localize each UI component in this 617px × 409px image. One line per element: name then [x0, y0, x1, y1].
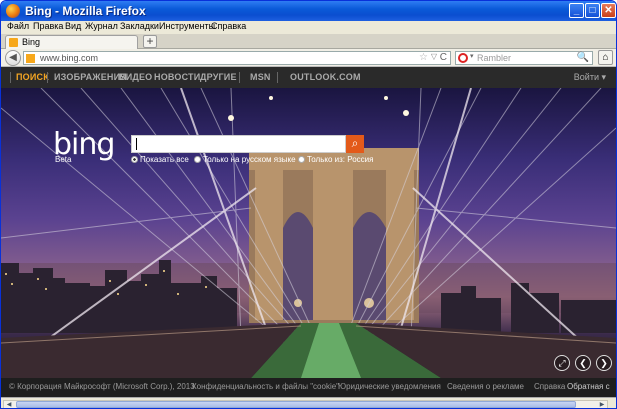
tab-bing[interactable]: Bing — [5, 35, 138, 49]
login-link[interactable]: Войти ▾ — [574, 72, 606, 83]
nav-news[interactable]: НОВОСТИ — [154, 72, 200, 82]
nav-outlook[interactable]: OUTLOOK.COM — [290, 72, 361, 82]
next-image-icon[interactable]: ❯ — [596, 355, 612, 371]
radio-label: Показать все — [140, 155, 189, 164]
radio-russian-only[interactable]: Только на русском языке — [194, 155, 296, 164]
menu-view[interactable]: Вид — [65, 21, 81, 31]
engine-dropdown-icon[interactable]: ▾ — [470, 52, 474, 60]
help-link[interactable]: Справка — [534, 382, 565, 391]
url-text: www.bing.com — [40, 53, 99, 63]
menu-bookmarks[interactable]: Закладки — [120, 21, 159, 31]
radio-label: Только на русском языке — [203, 155, 296, 164]
menu-edit[interactable]: Правка — [33, 21, 63, 31]
firefox-window: Bing - Mozilla Firefox _ □ ✕ Файл Правка… — [0, 0, 617, 409]
nav-images[interactable]: ИЗОБРАЖЕНИЯ — [54, 72, 127, 82]
scroll-thumb[interactable] — [16, 401, 576, 408]
firefox-logo-icon — [6, 4, 20, 18]
scroll-right-icon[interactable]: ▶ — [597, 401, 607, 408]
close-button[interactable]: ✕ — [601, 3, 616, 18]
scroll-left-icon[interactable]: ◀ — [4, 401, 14, 408]
beta-label: Beta — [55, 155, 72, 164]
radio-show-all[interactable]: Показать все — [131, 155, 189, 164]
site-identity-icon — [26, 54, 35, 63]
privacy-link[interactable]: Конфиденциальность и файлы "cookie" — [192, 382, 339, 391]
search-placeholder: Rambler — [477, 53, 512, 63]
page-footer: © Корпорация Майкрософт (Microsoft Corp.… — [1, 378, 616, 397]
previous-image-icon[interactable]: ❮ — [575, 355, 591, 371]
home-button[interactable]: ⌂ — [598, 50, 613, 65]
nav-msn[interactable]: MSN — [250, 72, 271, 82]
back-button[interactable]: ◀ — [5, 50, 21, 66]
hero-background-image: bing Beta ⌕ Показать все Только на русск… — [1, 88, 616, 378]
nav-divider — [277, 72, 278, 83]
nav-divider — [239, 72, 240, 83]
menu-tools[interactable]: Инструменты — [159, 21, 215, 31]
maximize-button[interactable]: □ — [585, 3, 600, 18]
legal-link[interactable]: Юридические уведомления — [338, 382, 441, 391]
url-bar[interactable]: www.bing.com ☆ ▽ C — [23, 51, 451, 65]
radio-russia-only[interactable]: Только из: Россия — [298, 155, 373, 164]
rambler-engine-icon[interactable] — [458, 53, 468, 63]
expand-icon[interactable]: ⤢ — [554, 355, 570, 371]
nav-search[interactable]: ПОИСК — [16, 72, 49, 82]
menu-history[interactable]: Журнал — [85, 21, 118, 31]
text-caret — [136, 138, 137, 150]
feedback-link[interactable]: Обратная с — [567, 382, 610, 391]
browser-search-field[interactable]: ▾ Rambler 🔍 — [455, 51, 593, 65]
new-tab-button[interactable]: + — [143, 35, 157, 48]
nav-video[interactable]: ВИДЕО — [119, 72, 152, 82]
navigation-bar: ◀ www.bing.com ☆ ▽ C ▾ Rambler 🔍 ⌂ — [1, 49, 616, 67]
nav-divider — [47, 72, 48, 83]
menu-bar: Файл Правка Вид Журнал Закладки Инструме… — [1, 21, 616, 34]
page-viewport: ПОИСК ИЗОБРАЖЕНИЯ ВИДЕО НОВОСТИ ДРУГИЕ M… — [1, 67, 616, 397]
minimize-button[interactable]: _ — [569, 3, 584, 18]
horizontal-scrollbar[interactable]: ◀ ▶ — [3, 400, 608, 408]
radio-label: Только из: Россия — [307, 155, 374, 164]
advertising-link[interactable]: Сведения о рекламе — [447, 382, 524, 391]
search-button[interactable]: ⌕ — [346, 135, 364, 153]
tab-strip: Bing + — [1, 34, 616, 49]
radio-dot-icon — [194, 156, 201, 163]
search-icon[interactable]: 🔍 — [577, 52, 589, 63]
copyright-text: © Корпорация Майкрософт (Microsoft Corp.… — [9, 382, 195, 391]
search-input[interactable] — [131, 135, 346, 153]
nav-divider — [10, 72, 11, 83]
radio-dot-icon — [131, 156, 138, 163]
menu-file[interactable]: Файл — [7, 21, 29, 31]
radio-dot-icon — [298, 156, 305, 163]
bing-favicon-icon — [9, 38, 18, 47]
tab-label: Bing — [22, 37, 41, 47]
bookmark-star-icon[interactable]: ☆ — [419, 52, 428, 63]
reload-icon[interactable]: C — [440, 52, 447, 63]
title-bar: Bing - Mozilla Firefox _ □ ✕ — [1, 1, 616, 21]
window-title: Bing - Mozilla Firefox — [25, 4, 146, 18]
url-history-dropdown-icon[interactable]: ▽ — [431, 52, 437, 61]
menu-help[interactable]: Справка — [211, 21, 246, 31]
status-bar: ◀ ▶ — [1, 397, 616, 408]
nav-more[interactable]: ДРУГИЕ — [200, 72, 237, 82]
bing-top-nav: ПОИСК ИЗОБРАЖЕНИЯ ВИДЕО НОВОСТИ ДРУГИЕ M… — [1, 67, 616, 88]
